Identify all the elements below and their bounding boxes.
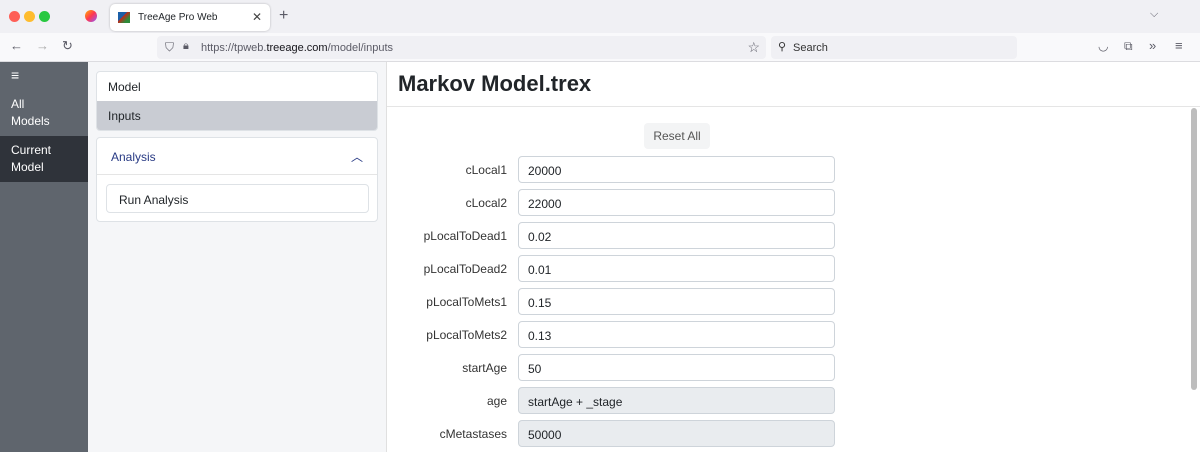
input-field[interactable]: 0.01 <box>518 255 835 282</box>
nav-label: Model <box>11 160 44 174</box>
input-row: startAge 50 <box>387 354 847 381</box>
input-row: cLocal2 22000 <box>387 189 847 216</box>
input-label: age <box>486 394 507 408</box>
reload-button[interactable]: ↻ <box>62 38 73 54</box>
url-prefix: https://tpweb. <box>201 41 267 54</box>
minimize-window-button[interactable] <box>24 11 35 22</box>
left-navigation: ≡ All Models Current Model <box>0 62 88 452</box>
close-tab-icon[interactable]: ✕ <box>252 10 262 24</box>
analysis-card: Analysis ︿ Run Analysis <box>96 137 378 222</box>
pocket-icon[interactable]: ◡ <box>1098 39 1108 53</box>
input-field[interactable]: 0.13 <box>518 321 835 348</box>
treeage-logo-icon <box>118 12 130 23</box>
search-icon: ⚲ <box>778 41 787 53</box>
zoom-window-button[interactable] <box>39 11 50 22</box>
input-label: pLocalToDead2 <box>423 262 507 276</box>
nav-current-model[interactable]: Current Model <box>0 136 88 182</box>
input-field: 50000 <box>518 420 835 447</box>
model-panel: Model Inputs Analysis ︿ Run Analysis <box>88 62 387 452</box>
back-button[interactable]: ← <box>10 38 23 53</box>
input-row: age startAge + _stage <box>387 387 847 414</box>
browser-tab[interactable]: TreeAge Pro Web ✕ <box>110 4 270 31</box>
tab-title: TreeAge Pro Web <box>138 12 218 23</box>
close-window-button[interactable] <box>9 11 20 22</box>
url-bar[interactable]: ⛉ 🔒︎ https://tpweb. treeage.com/model/inp… <box>157 36 766 59</box>
search-input[interactable]: ⚲ Search <box>771 36 1017 59</box>
hamburger-menu-icon[interactable]: ≡ <box>1175 38 1183 53</box>
scrollbar[interactable] <box>1191 108 1197 390</box>
url-path: /model/inputs <box>327 41 394 54</box>
extensions-icon[interactable]: ⧉ <box>1124 39 1133 54</box>
chevron-up-icon[interactable]: ︿ <box>351 148 363 165</box>
input-label: cMetastases <box>439 427 507 441</box>
tab-bar: TreeAge Pro Web ✕ + ⌵ <box>0 0 1200 33</box>
input-label: pLocalToDead1 <box>423 229 507 243</box>
url-domain: treeage.com <box>266 41 328 54</box>
analysis-header[interactable]: Analysis ︿ <box>97 138 377 175</box>
analysis-label: Analysis <box>111 150 156 164</box>
new-tab-button[interactable]: + <box>279 7 288 25</box>
input-row: pLocalToDead2 0.01 <box>387 255 847 282</box>
run-analysis-button[interactable]: Run Analysis <box>106 184 369 213</box>
main-content: Markov Model.trex Reset All cLocal1 20000… <box>387 62 1200 452</box>
nav-label: Models <box>11 114 50 128</box>
input-label: cLocal1 <box>465 163 507 177</box>
input-row: pLocalToDead1 0.02 <box>387 222 847 249</box>
input-label: startAge <box>462 361 507 375</box>
input-field[interactable]: 22000 <box>518 189 835 216</box>
input-field: startAge + _stage <box>518 387 835 414</box>
nav-all-models[interactable]: All Models <box>0 90 88 136</box>
input-field[interactable]: 0.15 <box>518 288 835 315</box>
input-label: pLocalToMets2 <box>426 328 507 342</box>
overflow-menu-icon[interactable]: » <box>1149 38 1156 53</box>
input-label: cLocal2 <box>465 196 507 210</box>
input-row: pLocalToMets2 0.13 <box>387 321 847 348</box>
input-row: cMetastases 50000 <box>387 420 847 447</box>
page-title: Markov Model.trex <box>387 62 1200 107</box>
nav-label: All <box>11 97 25 111</box>
input-row: pLocalToMets1 0.15 <box>387 288 847 315</box>
firefox-icon[interactable] <box>85 10 97 22</box>
navigation-bar: ← → ↻ ⛉ 🔒︎ https://tpweb. treeage.com/mod… <box>0 33 1200 62</box>
input-field[interactable]: 50 <box>518 354 835 381</box>
shield-icon[interactable]: ⛉ <box>165 40 174 55</box>
search-placeholder: Search <box>793 41 828 54</box>
bookmark-star-icon[interactable]: ☆ <box>747 39 760 56</box>
model-menu: Model Inputs <box>96 71 378 131</box>
tab-list-chevron-icon[interactable]: ⌵ <box>1150 8 1158 21</box>
menu-toggle-icon[interactable]: ≡ <box>0 62 88 90</box>
forward-button[interactable]: → <box>36 38 49 53</box>
lock-icon[interactable]: 🔒︎ <box>183 40 189 53</box>
input-label: pLocalToMets1 <box>426 295 507 309</box>
input-field[interactable]: 20000 <box>518 156 835 183</box>
reset-all-button[interactable]: Reset All <box>644 123 710 149</box>
menu-item-inputs[interactable]: Inputs <box>97 101 377 130</box>
input-row: cLocal1 20000 <box>387 156 847 183</box>
input-field[interactable]: 0.02 <box>518 222 835 249</box>
nav-label: Current <box>11 143 52 157</box>
menu-item-model[interactable]: Model <box>97 72 377 101</box>
